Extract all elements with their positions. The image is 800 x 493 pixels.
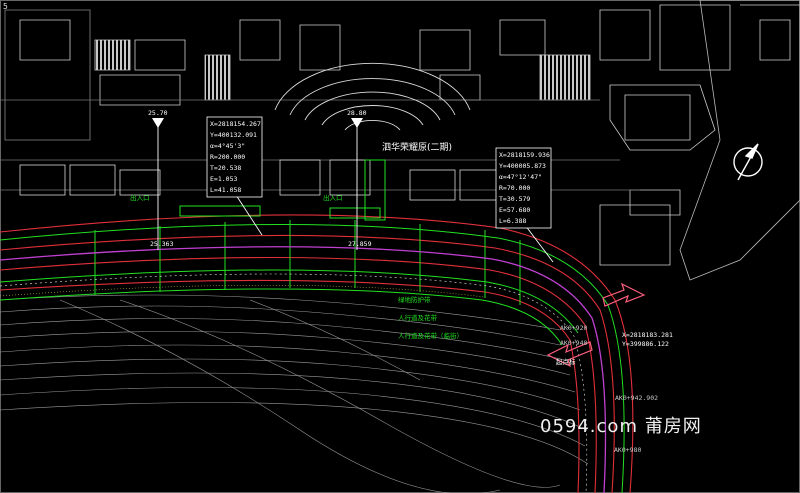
station-a: AK0+942.902: [615, 394, 658, 402]
side-note-3: 人行道及花带（临街）: [398, 331, 463, 340]
elev-mid: 27.859: [348, 240, 372, 248]
elev-left: 25.363: [150, 240, 174, 248]
curve2-r: R=70.000: [499, 184, 530, 192]
plaza-arc: [274, 62, 471, 131]
watermark: 0594.com 莆房网: [540, 416, 702, 437]
curve2-e: E=57.680: [499, 206, 530, 214]
curve2-l: L=6.388: [499, 217, 526, 225]
side-note-2: 人行道及花带: [398, 313, 438, 322]
curb-ticks: [0, 273, 588, 493]
coord-end-y: Y=399886.122: [622, 340, 669, 348]
curve1-t: T=20.538: [210, 164, 241, 172]
north-arrow-icon: [733, 143, 763, 181]
curve1-e: E=1.053: [210, 175, 237, 183]
station-c: AK0+940: [560, 339, 587, 347]
curve1-r: R=200.000: [210, 153, 245, 161]
entry-left: 出入口: [130, 193, 150, 202]
start-label: 起点标: [556, 357, 576, 366]
project-name: 泗华荣耀原(二期): [382, 141, 452, 153]
curve1-alpha: α=4°45'3": [210, 142, 245, 150]
curve2-y: Y=400005.873: [499, 162, 546, 170]
station-b: AK0+980: [614, 446, 641, 454]
terrain-contours: [0, 294, 589, 493]
pk-label-left: 25.70: [148, 109, 168, 117]
curve1-x: X=2818154.267: [210, 120, 261, 128]
curve2-x: X=2818159.936: [499, 151, 550, 159]
road-centerline: [0, 246, 607, 493]
side-note-1: 绿地防护带: [398, 295, 431, 304]
curve2-t: T=30.579: [499, 195, 530, 203]
pk-label-mid: 28.80: [347, 109, 367, 117]
curve1-y: Y=400132.091: [210, 131, 257, 139]
curve1-l: L=41.058: [210, 186, 241, 194]
building-blocks: [0, 0, 800, 281]
entry-mid: 出入口: [323, 193, 343, 202]
station-d: AK0+920: [560, 324, 587, 332]
row-houses: [19, 159, 551, 201]
coord-end-x: X=2818183.281: [622, 331, 673, 339]
curve2-alpha: α=47°12'47": [499, 173, 542, 181]
